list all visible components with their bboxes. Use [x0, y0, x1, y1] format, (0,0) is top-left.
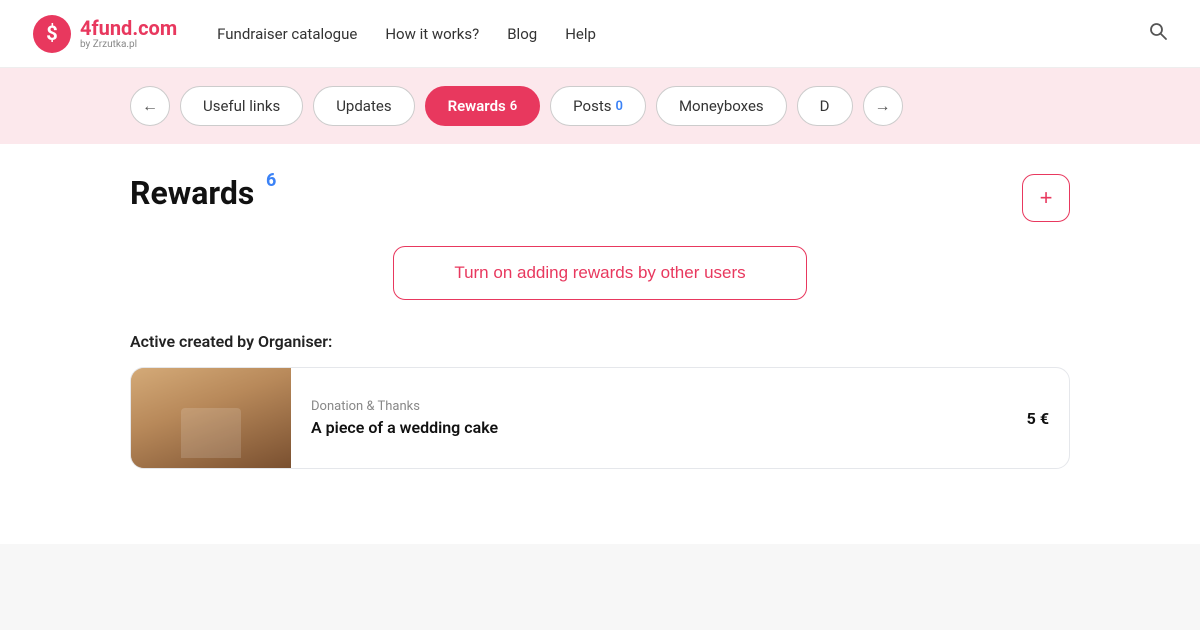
nav-how-it-works[interactable]: How it works?: [385, 25, 479, 43]
active-organiser-label: Active created by Organiser:: [130, 332, 1070, 351]
rewards-heading-row: Rewards 6 +: [130, 174, 1070, 222]
tab-extra[interactable]: D: [797, 86, 853, 126]
tab-next-button[interactable]: →: [863, 86, 903, 126]
posts-tab-badge: 0: [616, 99, 623, 114]
main-content: Rewards 6 + Turn on adding rewards by ot…: [0, 144, 1200, 544]
logo[interactable]: $ 4fund.com by Zrzutka.pl: [32, 14, 177, 54]
rewards-count-badge: 6: [266, 170, 276, 191]
logo-main-text: 4fund.com: [80, 17, 177, 39]
reward-title: A piece of a wedding cake: [311, 418, 1007, 437]
add-reward-button[interactable]: +: [1022, 174, 1070, 222]
reward-category: Donation & Thanks: [311, 399, 1007, 414]
tab-posts[interactable]: Posts 0: [550, 86, 646, 126]
reward-image: [131, 368, 291, 468]
nav-help[interactable]: Help: [565, 25, 596, 43]
reward-info: Donation & Thanks A piece of a wedding c…: [291, 385, 1027, 451]
tab-section: ← Useful links Updates Rewards 6 Posts 0…: [0, 68, 1200, 144]
turn-on-wrap: Turn on adding rewards by other users: [130, 246, 1070, 300]
nav-fundraiser[interactable]: Fundraiser catalogue: [217, 25, 357, 43]
tab-prev-button[interactable]: ←: [130, 86, 170, 126]
rewards-tab-badge: 6: [510, 99, 517, 114]
logo-sub-text: by Zrzutka.pl: [80, 39, 177, 50]
reward-image-inner: [131, 368, 291, 468]
logo-icon: $: [32, 14, 72, 54]
tab-moneyboxes[interactable]: Moneyboxes: [656, 86, 787, 126]
tab-rewards[interactable]: Rewards 6: [425, 86, 541, 126]
nav-blog[interactable]: Blog: [507, 25, 537, 43]
logo-text: 4fund.com by Zrzutka.pl: [80, 17, 177, 50]
tab-useful-links[interactable]: Useful links: [180, 86, 303, 126]
rewards-heading: Rewards 6: [130, 174, 254, 212]
nav-links: Fundraiser catalogue How it works? Blog …: [217, 25, 1148, 43]
search-icon[interactable]: [1148, 21, 1168, 46]
turn-on-rewards-button[interactable]: Turn on adding rewards by other users: [393, 246, 806, 300]
tab-updates[interactable]: Updates: [313, 86, 414, 126]
svg-text:$: $: [46, 21, 57, 45]
navbar: $ 4fund.com by Zrzutka.pl Fundraiser cat…: [0, 0, 1200, 68]
reward-card[interactable]: Donation & Thanks A piece of a wedding c…: [130, 367, 1070, 469]
reward-price: 5 €: [1027, 409, 1069, 428]
